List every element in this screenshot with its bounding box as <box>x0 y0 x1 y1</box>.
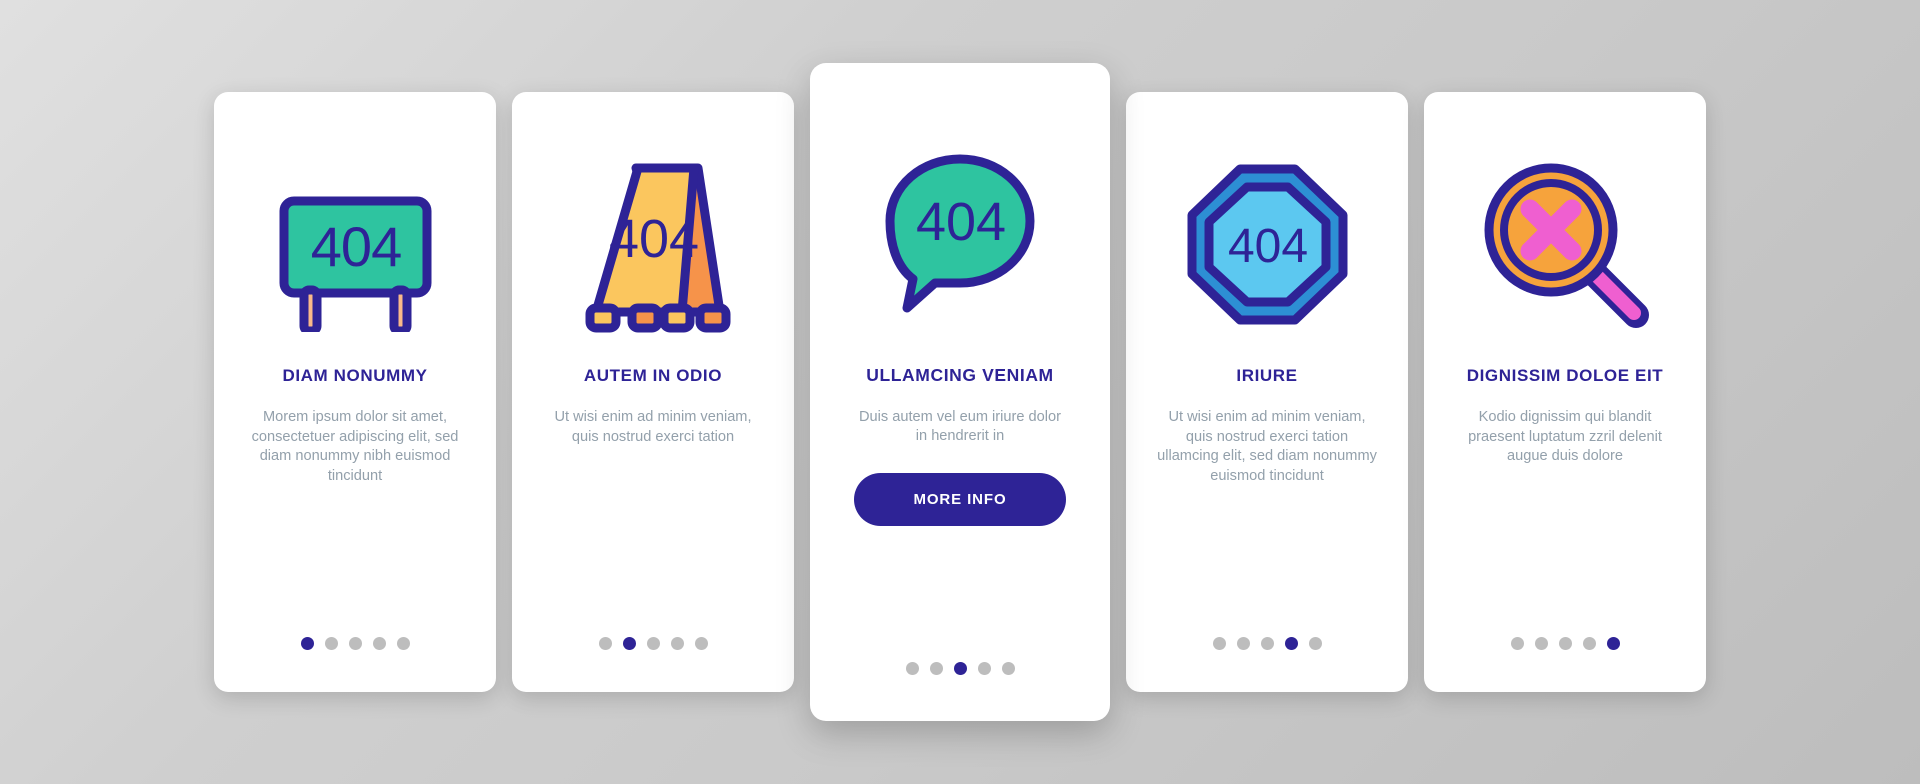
pagination-dot[interactable] <box>300 637 314 650</box>
pagination-dot[interactable] <box>977 662 991 675</box>
pagination-dot[interactable] <box>1308 637 1322 650</box>
card-body-text: Ut wisi enim ad minim veniam, quis nostr… <box>1157 409 1377 484</box>
pagination-dot[interactable] <box>953 662 967 675</box>
pagination-dot[interactable] <box>646 637 660 650</box>
card-body-text: Kodio dignissim qui blandit praesent lup… <box>1468 409 1662 465</box>
pagination-dot[interactable] <box>1212 637 1226 650</box>
card-title: DIAM NONUMMY <box>282 366 428 385</box>
onboarding-card-carousel: 404 DIAM NONUMMY Morem ipsum dolor sit a… <box>0 0 1920 784</box>
onboarding-card-2[interactable]: 404 AUTEM IN ODIO Ut wisi enim ad minim … <box>512 92 794 692</box>
pagination-dot[interactable] <box>1284 637 1298 650</box>
pagination-dot[interactable] <box>348 637 362 650</box>
pagination-dot[interactable] <box>1260 637 1274 650</box>
pagination-dot[interactable] <box>694 637 708 650</box>
card-title: IRIURE <box>1236 366 1298 385</box>
pagination-dot[interactable] <box>1510 637 1524 650</box>
pagination-dot[interactable] <box>1582 637 1596 650</box>
card-body-text: Morem ipsum dolor sit amet, consectetuer… <box>251 409 459 484</box>
billboard-404-icon: 404 <box>234 126 476 362</box>
pagination-dot[interactable] <box>1001 662 1015 675</box>
card-body-text: Duis autem vel eum iriure dolor in hendr… <box>859 409 1061 445</box>
a-frame-sign-404-icon: 404 <box>532 126 774 362</box>
svg-text:404: 404 <box>1227 220 1307 273</box>
svg-text:404: 404 <box>608 209 698 269</box>
card-title: ULLAMCING VENIAM <box>866 365 1054 385</box>
pagination-dot[interactable] <box>372 637 386 650</box>
pagination-dots <box>810 662 1110 675</box>
onboarding-card-1[interactable]: 404 DIAM NONUMMY Morem ipsum dolor sit a… <box>214 92 496 692</box>
octagon-stop-sign-404-icon: 404 <box>1146 126 1388 362</box>
svg-text:404: 404 <box>310 215 400 278</box>
pagination-dot[interactable] <box>622 637 636 650</box>
onboarding-card-5[interactable]: DIGNISSIM DOLOE EIT Kodio dignissim qui … <box>1424 92 1706 692</box>
pagination-dot[interactable] <box>396 637 410 650</box>
pagination-dots <box>512 637 794 650</box>
more-info-button[interactable]: MORE INFO <box>854 472 1066 526</box>
speech-bubble-404-icon: 404 <box>830 103 1090 361</box>
pagination-dot[interactable] <box>1534 637 1548 650</box>
svg-text:404: 404 <box>915 192 1005 252</box>
pagination-dot[interactable] <box>324 637 338 650</box>
card-body-text: Ut wisi enim ad minim veniam, quis nostr… <box>554 409 752 445</box>
pagination-dot[interactable] <box>905 662 919 675</box>
pagination-dot[interactable] <box>598 637 612 650</box>
magnifier-error-cross-icon <box>1444 126 1686 362</box>
pagination-dot[interactable] <box>1558 637 1572 650</box>
card-title: AUTEM IN ODIO <box>583 366 723 385</box>
pagination-dots <box>1424 637 1706 650</box>
pagination-dots <box>214 637 496 650</box>
pagination-dot[interactable] <box>670 637 684 650</box>
pagination-dot[interactable] <box>929 662 943 675</box>
card-title: DIGNISSIM DOLOE EIT <box>1466 366 1664 385</box>
pagination-dots <box>1126 637 1408 650</box>
pagination-dot[interactable] <box>1606 637 1620 650</box>
onboarding-card-3-featured[interactable]: 404 ULLAMCING VENIAM Duis autem vel eum … <box>810 63 1110 721</box>
onboarding-card-4[interactable]: 404 IRIURE Ut wisi enim ad minim veniam,… <box>1126 92 1408 692</box>
pagination-dot[interactable] <box>1236 637 1250 650</box>
